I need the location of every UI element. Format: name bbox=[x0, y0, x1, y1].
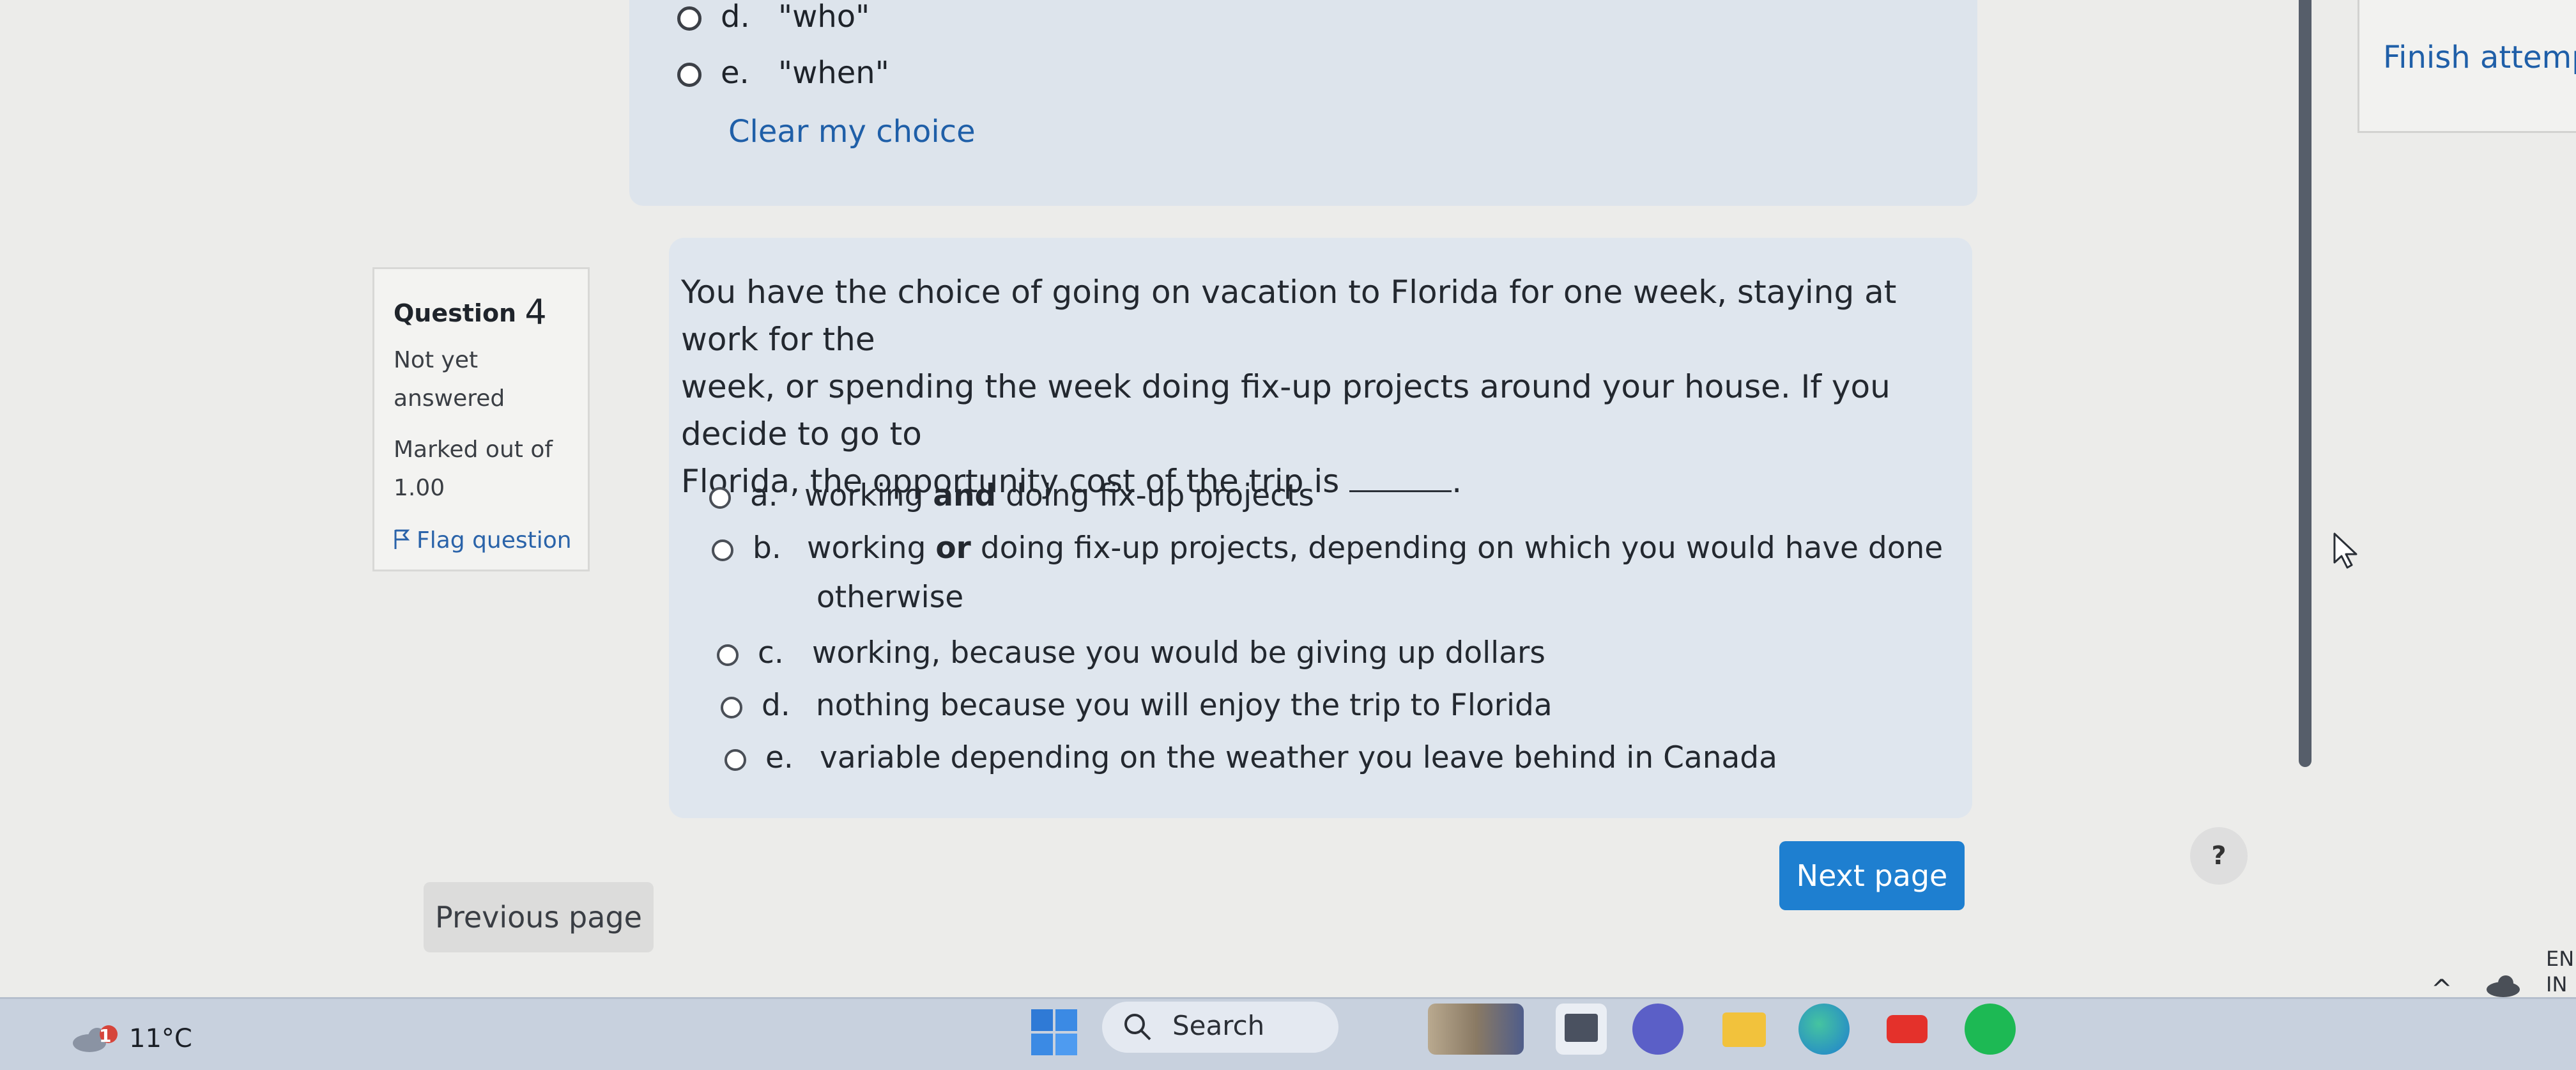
radio-button[interactable] bbox=[717, 644, 739, 666]
weather-temp: 11°C bbox=[129, 1024, 192, 1053]
option-d[interactable]: d. nothing because you will enjoy the tri… bbox=[721, 680, 1552, 731]
cloud-icon bbox=[73, 1025, 118, 1052]
option-e[interactable]: e. variable depending on the weather you … bbox=[724, 733, 1777, 784]
finish-attempt-link[interactable]: Finish attempt bbox=[2383, 40, 2576, 75]
edge-icon[interactable] bbox=[1798, 1004, 1850, 1055]
option-c[interactable]: c. working, because you would be giving u… bbox=[717, 628, 1545, 679]
weather-badge: 1 bbox=[99, 1025, 112, 1046]
windows-start-icon[interactable] bbox=[1029, 1007, 1080, 1058]
radio-button[interactable] bbox=[721, 696, 742, 718]
search-icon bbox=[1124, 1014, 1151, 1041]
chevron-up-icon[interactable]: ^ bbox=[2431, 975, 2453, 1004]
answer-blank bbox=[1349, 462, 1452, 492]
mouse-cursor-icon bbox=[2333, 532, 2358, 569]
option-a[interactable]: a. working and doing fix-up projects bbox=[709, 470, 1314, 522]
help-button[interactable]: ? bbox=[2190, 827, 2248, 885]
widgets-icon[interactable] bbox=[1428, 1004, 1524, 1055]
search-label: Search bbox=[1172, 1010, 1265, 1041]
weather-widget[interactable] bbox=[70, 1023, 121, 1055]
option-b[interactable]: b. working or doing fix-up projects, depe… bbox=[712, 523, 1943, 574]
file-explorer-icon[interactable] bbox=[1556, 1004, 1607, 1055]
spotify-icon[interactable] bbox=[1965, 1004, 2016, 1055]
question-status-line2: answered bbox=[394, 385, 505, 412]
clear-choice-link[interactable]: Clear my choice bbox=[728, 114, 976, 150]
radio-button[interactable] bbox=[677, 63, 702, 87]
question-marks-line1: Marked out of bbox=[394, 437, 553, 463]
onedrive-cloud-icon[interactable] bbox=[2484, 973, 2522, 998]
next-page-button[interactable]: Next page bbox=[1779, 841, 1965, 910]
question-info-box: Question 4 Not yet answered Marked out o… bbox=[372, 267, 590, 571]
question-text: You have the choice of going on vacation… bbox=[681, 274, 1897, 500]
radio-button[interactable] bbox=[712, 539, 733, 561]
folder-icon[interactable] bbox=[1719, 1004, 1770, 1055]
youtube-icon[interactable] bbox=[1882, 1004, 1933, 1055]
option-b-continuation: otherwise bbox=[816, 580, 964, 615]
question-status-line1: Not yet bbox=[394, 347, 479, 373]
prev-option-e[interactable]: e. "when" bbox=[677, 55, 889, 91]
previous-page-button[interactable]: Previous page bbox=[424, 882, 654, 952]
flag-icon bbox=[394, 529, 410, 549]
radio-button[interactable] bbox=[677, 6, 702, 31]
question-marks-line2: 1.00 bbox=[394, 475, 445, 501]
language-indicator[interactable]: EN IN bbox=[2546, 946, 2574, 997]
prev-option-d[interactable]: d. "who" bbox=[677, 0, 870, 35]
radio-button[interactable] bbox=[709, 486, 731, 509]
flag-question-link[interactable]: Flag question bbox=[394, 527, 572, 554]
scrollbar[interactable] bbox=[2299, 0, 2312, 767]
question-number: Question 4 bbox=[394, 292, 547, 332]
radio-button[interactable] bbox=[724, 748, 746, 771]
teams-icon[interactable] bbox=[1632, 1004, 1683, 1055]
